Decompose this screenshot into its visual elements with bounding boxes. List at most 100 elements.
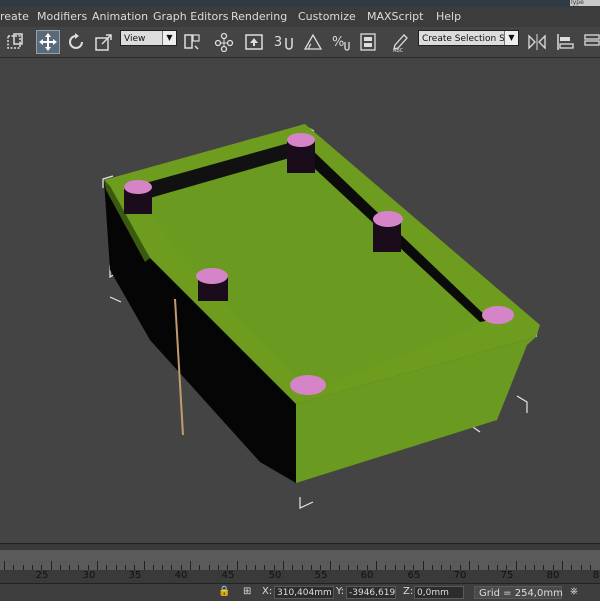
timeline-tick: [301, 565, 303, 570]
grid-size-readout: Grid = 254,0mm: [474, 586, 563, 599]
select-manipulate-button[interactable]: [212, 30, 236, 54]
menu-rendering[interactable]: Rendering: [231, 10, 287, 23]
timeline-tick: [162, 565, 164, 570]
menu-customize[interactable]: Customize: [298, 10, 356, 23]
tick-label: 75: [500, 570, 514, 581]
pocket: [124, 180, 152, 194]
lock-icon[interactable]: 🔒: [218, 586, 230, 597]
pocket: [373, 211, 403, 227]
angle-snap-button[interactable]: [301, 30, 325, 54]
timeline-tick: [171, 565, 173, 570]
search-box[interactable]: Type: [570, 0, 600, 6]
timeline-tick: [515, 561, 517, 570]
scale-button[interactable]: [92, 30, 116, 54]
select-region-icon: [7, 33, 23, 49]
edit-named-selection-button[interactable]: ABC: [389, 30, 413, 54]
timeline-tick: [236, 561, 238, 570]
tick-label: 80: [546, 570, 560, 581]
menu-help[interactable]: Help: [436, 10, 461, 23]
menu-create[interactable]: reate: [0, 10, 29, 23]
timeline-tick: [580, 565, 582, 570]
snap-number: 3: [273, 34, 283, 50]
move-button[interactable]: [36, 30, 60, 54]
layer-manager-button[interactable]: [580, 30, 600, 54]
timeline-tick: [450, 565, 452, 570]
rotate-icon: [69, 33, 83, 49]
tick-label: 50: [268, 570, 282, 581]
timeline-tick: [69, 565, 71, 570]
pocket: [287, 133, 315, 147]
status-bar: 🔒 ⊞ X: 310,404mm Y: -3946,619m Z: 0,0mm …: [0, 583, 600, 601]
align-icon: [557, 34, 574, 50]
spinner-snap-button[interactable]: [356, 30, 380, 54]
named-selection-value: Create Selection Se: [422, 34, 511, 44]
timeline[interactable]: 25 30 35 40 45 50 55 60 65 70 75 80 8: [0, 543, 600, 584]
tick-label: 25: [35, 570, 49, 581]
timeline-tick: [385, 565, 387, 570]
timeline-tick: [571, 565, 573, 570]
magnet-icon: [285, 38, 293, 50]
timeline-tick: [478, 565, 480, 570]
x-coordinate-field[interactable]: 310,404mm: [274, 586, 334, 599]
timeline-tick: [422, 561, 424, 570]
pocket: [290, 375, 326, 395]
manipulate-icon: [214, 32, 234, 52]
pivot-button[interactable]: [180, 30, 204, 54]
tick-label: 35: [128, 570, 142, 581]
timeline-tick: [534, 565, 536, 570]
tick-label: 65: [407, 570, 421, 581]
timeline-tick: [292, 565, 294, 570]
main-toolbar: View ▼ 3 % ABC Create Selection Se ▼: [0, 27, 600, 58]
tick-label: 55: [314, 570, 328, 581]
keyboard-shortcut-button[interactable]: [242, 30, 266, 54]
timeline-tick: [264, 565, 266, 570]
timeline-tick: [543, 565, 545, 570]
timeline-tick: [245, 565, 247, 570]
pocket: [482, 306, 514, 324]
timeline-tick: [143, 561, 145, 570]
select-region-button[interactable]: [4, 30, 28, 54]
timeline-tick: [441, 565, 443, 570]
percent-snap-button[interactable]: %: [329, 30, 353, 54]
scale-icon: [95, 34, 112, 51]
absolute-mode-icon[interactable]: ⊞: [243, 586, 251, 597]
rotate-button[interactable]: [64, 30, 88, 54]
timeline-tick: [431, 565, 433, 570]
timeline-tick: [348, 565, 350, 570]
track-bar[interactable]: [0, 550, 600, 570]
align-button[interactable]: [553, 30, 577, 54]
tick-label: 8: [592, 570, 600, 581]
timeline-tick: [338, 565, 340, 570]
mirror-button[interactable]: [525, 30, 549, 54]
z-coordinate-field[interactable]: 0,0mm: [414, 586, 464, 599]
timeline-tick: [217, 565, 219, 570]
timeline-tick: [124, 565, 126, 570]
menu-modifiers[interactable]: Modifiers: [37, 10, 87, 23]
y-coordinate-field[interactable]: -3946,619m: [346, 586, 396, 599]
timeline-tick: [59, 565, 61, 570]
timeline-tick: [152, 565, 154, 570]
menu-animation[interactable]: Animation: [92, 10, 148, 23]
timeline-tick: [190, 561, 191, 570]
timeline-tick: [357, 565, 359, 570]
viewport-scene: [0, 58, 600, 543]
reference-coord-dropdown[interactable]: View ▼: [120, 30, 177, 46]
menu-maxscript[interactable]: MAXScript: [367, 10, 423, 23]
timeline-tick: [4, 561, 5, 570]
time-tag-icon[interactable]: ⎈: [570, 586, 578, 597]
timeline-tick: [115, 565, 117, 570]
menu-graph-editors[interactable]: Graph Editors: [153, 10, 229, 23]
reference-coord-value: View: [124, 34, 146, 44]
timeline-tick: [589, 565, 591, 570]
timeline-tick: [329, 561, 331, 570]
pivot-icon: [184, 34, 200, 50]
timeline-tick: [376, 561, 377, 570]
timeline-tick: [310, 565, 312, 570]
tick-label: 40: [174, 570, 188, 581]
named-selection-dropdown[interactable]: Create Selection Se ▼: [418, 30, 519, 46]
snap-toggle-button[interactable]: 3: [272, 30, 296, 54]
timeline-tick: [255, 565, 257, 570]
perspective-viewport[interactable]: [0, 58, 600, 543]
tick-label: 70: [453, 570, 467, 581]
move-icon: [39, 33, 57, 51]
